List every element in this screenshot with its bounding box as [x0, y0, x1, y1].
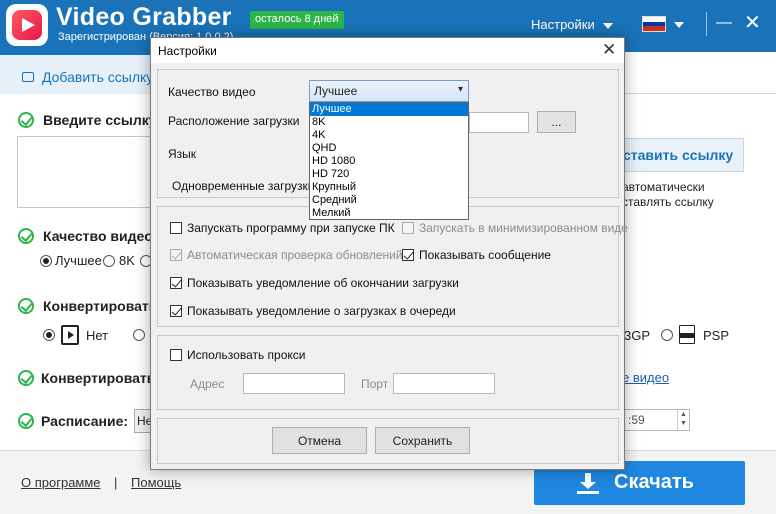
quality-radio-best[interactable]: [40, 255, 52, 267]
auto-update-checkbox[interactable]: [170, 249, 182, 261]
convert-radio-none-label: Нет: [86, 328, 109, 343]
quality-option[interactable]: 4K: [310, 129, 468, 142]
quality-label: Качество видео:: [43, 228, 158, 244]
chevron-down-icon: ▾: [457, 84, 463, 95]
save-button[interactable]: Сохранить: [375, 427, 470, 454]
proxy-address-label: Адрес: [190, 377, 225, 391]
quality-dropdown-list: Лучшее 8K 4K QHD HD 1080 HD 720 Крупный Средний…: [309, 102, 469, 220]
convert-label: Конвертировать: [43, 298, 158, 314]
check-circle-icon: [18, 370, 34, 386]
quality-radio-8k-label: 8K: [119, 253, 135, 268]
use-proxy-checkbox[interactable]: [170, 349, 182, 361]
start-minimized-checkbox[interactable]: [402, 222, 414, 234]
schedule-label: Расписание:: [41, 413, 129, 429]
check-circle-icon: [18, 413, 34, 429]
quality-option[interactable]: Мелкий: [310, 207, 468, 220]
dialog-title-bar: Настройки ✕: [151, 38, 624, 63]
convert-video-link[interactable]: е видео: [622, 370, 669, 385]
notify-finish-label: Показывать уведомление об окончании загр…: [187, 276, 459, 290]
quality-option[interactable]: QHD: [310, 142, 468, 155]
auto-paste-line: автоматически: [622, 180, 705, 194]
url-input[interactable]: [17, 136, 151, 208]
check-circle-icon: [18, 112, 34, 128]
start-minimized-label: Запускать в минимизированном виде: [419, 221, 628, 235]
format-psp-label: PSP: [703, 328, 730, 343]
help-link[interactable]: Помощь: [131, 475, 181, 490]
download-icon-base: [577, 491, 599, 494]
quality-option[interactable]: Лучшее: [310, 103, 468, 116]
auto-paste-option[interactable]: автоматически ставлять ссылку: [622, 180, 714, 210]
download-icon: [577, 473, 599, 493]
notify-queue-label: Показывать уведомление о загрузках в оче…: [187, 304, 456, 318]
show-message-checkbox[interactable]: [402, 249, 414, 261]
psp-icon: [679, 325, 695, 344]
time-value: :59: [628, 413, 645, 427]
tab-add-link-label: Добавить ссылку: [42, 69, 154, 85]
quality-select[interactable]: Лучшее ▾: [309, 80, 469, 102]
check-circle-icon: [18, 228, 34, 244]
tab-add-link[interactable]: Добавить ссылку: [0, 52, 162, 94]
auto-paste-line: ставлять ссылку: [622, 195, 714, 209]
settings-dialog: Настройки ✕ Качество видео Расположение …: [150, 37, 628, 470]
format-3gp-label: 3GP: [624, 328, 651, 343]
proxy-group: [157, 335, 619, 410]
time-spinner[interactable]: ▲ ▼: [677, 410, 689, 430]
check-circle-icon: [18, 298, 34, 314]
proxy-port-input[interactable]: [393, 373, 495, 394]
quality-option[interactable]: HD 1080: [310, 155, 468, 168]
quality-select-value: Лучшее: [314, 84, 358, 98]
app-title: Video Grabber: [56, 3, 232, 31]
quality-option[interactable]: HD 720: [310, 168, 468, 181]
film-icon: [61, 325, 79, 345]
download-location-input[interactable]: [469, 112, 529, 133]
convert2-label: Конвертировать: [41, 370, 156, 386]
convert-radio-none[interactable]: [43, 329, 55, 341]
paste-link-button[interactable]: ставить ссылку: [604, 138, 744, 172]
trial-badge: осталось 8 дней: [250, 11, 344, 29]
time-input[interactable]: :59 ▲ ▼: [624, 409, 690, 431]
about-link[interactable]: О программе: [21, 475, 101, 490]
footer-separator: |: [114, 475, 118, 490]
proxy-address-input[interactable]: [243, 373, 345, 394]
quality-setting-label: Качество видео: [168, 85, 256, 99]
proxy-port-label: Порт: [361, 377, 389, 391]
format-psp-radio[interactable]: [661, 329, 673, 341]
divider: [706, 12, 707, 36]
chevron-down-icon: [602, 22, 613, 29]
notify-finish-checkbox[interactable]: [170, 277, 182, 289]
flag-stripe: [643, 26, 665, 31]
quality-radio-best-label: Лучшее: [55, 253, 102, 268]
close-icon[interactable]: ✕: [744, 10, 761, 35]
close-icon[interactable]: ✕: [602, 40, 616, 60]
browse-button[interactable]: ...: [537, 111, 576, 133]
download-location-label: Расположение загрузки: [168, 114, 300, 128]
start-with-pc-checkbox[interactable]: [170, 222, 182, 234]
minimize-icon[interactable]: —: [716, 14, 732, 32]
language-label: Язык: [168, 147, 197, 161]
language-flag-icon[interactable]: [642, 16, 666, 32]
settings-menu[interactable]: Настройки: [531, 17, 613, 32]
auto-update-label: Автоматическая проверка обновлений: [187, 248, 403, 262]
quality-option[interactable]: Средний: [310, 194, 468, 207]
enter-link-label: Введите ссылку: [43, 112, 157, 128]
cancel-button[interactable]: Отмена: [272, 427, 367, 454]
quality-option[interactable]: 8K: [310, 116, 468, 129]
concurrent-downloads-label: Одновременные загрузки: [172, 179, 315, 193]
dialog-title: Настройки: [158, 44, 217, 58]
app-logo-icon: [6, 4, 48, 46]
download-button-label: Скачать: [614, 471, 694, 493]
chevron-down-icon[interactable]: [674, 22, 684, 28]
settings-menu-label: Настройки: [531, 17, 595, 32]
convert-radio-option[interactable]: [133, 329, 145, 341]
quality-radio-8k[interactable]: [103, 255, 115, 267]
start-with-pc-label: Запускать программу при запуске ПК: [187, 221, 395, 235]
use-proxy-label: Использовать прокси: [187, 348, 306, 362]
notify-queue-checkbox[interactable]: [170, 305, 182, 317]
show-message-label: Показывать сообщение: [419, 248, 551, 262]
video-icon: [22, 72, 34, 82]
quality-option[interactable]: Крупный: [310, 181, 468, 194]
